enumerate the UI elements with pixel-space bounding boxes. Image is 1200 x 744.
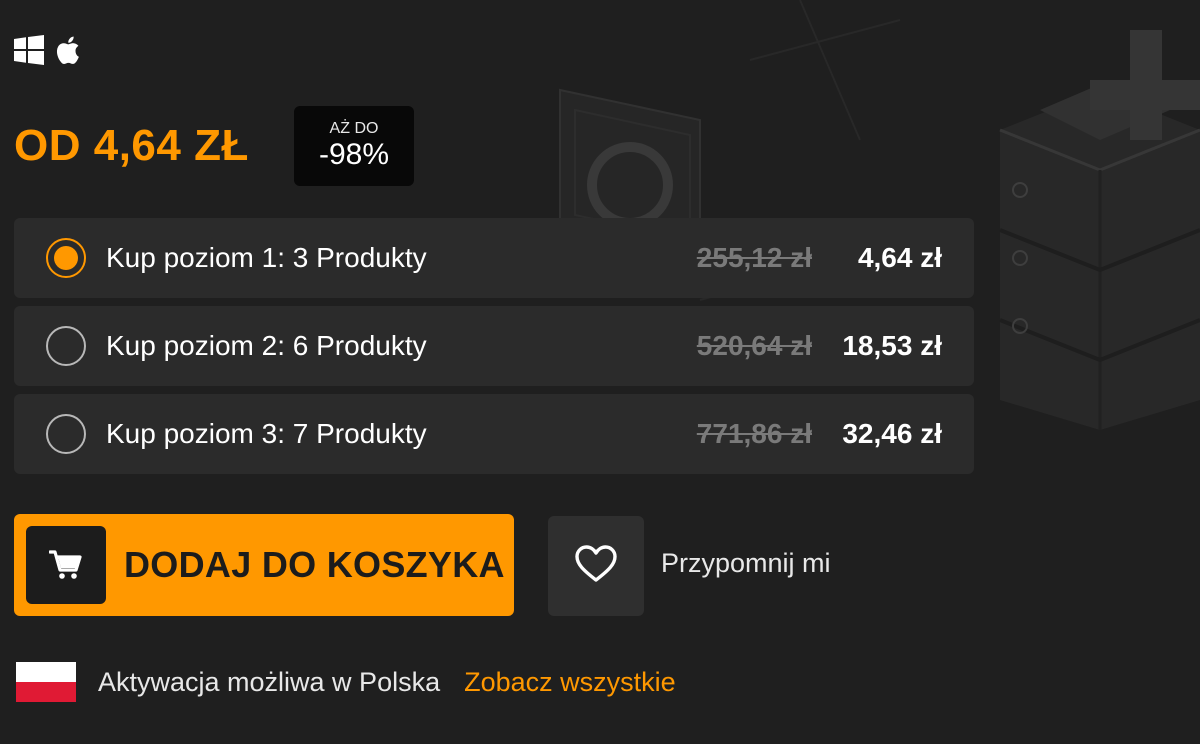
shopping-cart-icon <box>26 526 106 604</box>
tier-new-price: 4,64 zł <box>857 242 942 273</box>
discount-badge: AŻ DO -98% <box>294 106 414 186</box>
see-all-link[interactable]: Zobacz wszystkie <box>464 667 676 698</box>
apple-icon <box>54 34 80 66</box>
tier-option-1[interactable]: Kup poziom 1: 3 Produkty 255,12 zł 4,64 … <box>14 218 974 298</box>
tier-option-2[interactable]: Kup poziom 2: 6 Produkty 520,64 zł 18,53… <box>14 306 974 386</box>
remind-me-link[interactable]: Przypomnij mi <box>661 548 831 579</box>
add-to-cart-button[interactable]: DODAJ DO KOSZYKA <box>14 514 514 616</box>
heart-icon <box>575 544 617 588</box>
tier-new-price: 32,46 zł <box>842 418 942 449</box>
tier-option-3[interactable]: Kup poziom 3: 7 Produkty 771,86 zł 32,46… <box>14 394 974 474</box>
wishlist-button[interactable] <box>548 516 644 616</box>
activation-row: Aktywacja możliwa w Polska Zobacz wszyst… <box>16 662 676 702</box>
discount-prefix: AŻ DO <box>329 120 379 137</box>
windows-icon <box>14 35 44 65</box>
radio-unselected[interactable] <box>46 414 86 454</box>
tier-old-price: 520,64 zł <box>696 330 812 361</box>
tier-label: Kup poziom 1: 3 Produkty <box>106 242 427 273</box>
activation-text: Aktywacja możliwa w Polska <box>98 666 441 697</box>
discount-value: -98% <box>318 138 390 171</box>
radio-unselected[interactable] <box>46 326 86 366</box>
radio-selected[interactable] <box>46 238 86 278</box>
platform-icons <box>14 34 80 66</box>
tier-options: Kup poziom 1: 3 Produkty 255,12 zł 4,64 … <box>14 218 974 482</box>
tier-label: Kup poziom 3: 7 Produkty <box>106 418 427 449</box>
price-row: OD 4,64 ZŁ AŻ DO -98% <box>14 106 414 186</box>
tier-old-price: 771,86 zł <box>696 418 812 449</box>
poland-flag-icon <box>16 662 76 702</box>
price-from: OD 4,64 ZŁ <box>14 121 249 170</box>
tier-label: Kup poziom 2: 6 Produkty <box>106 330 427 361</box>
tier-old-price: 255,12 zł <box>696 242 812 273</box>
tier-new-price: 18,53 zł <box>842 330 942 361</box>
add-to-cart-label: DODAJ DO KOSZYKA <box>124 544 505 585</box>
